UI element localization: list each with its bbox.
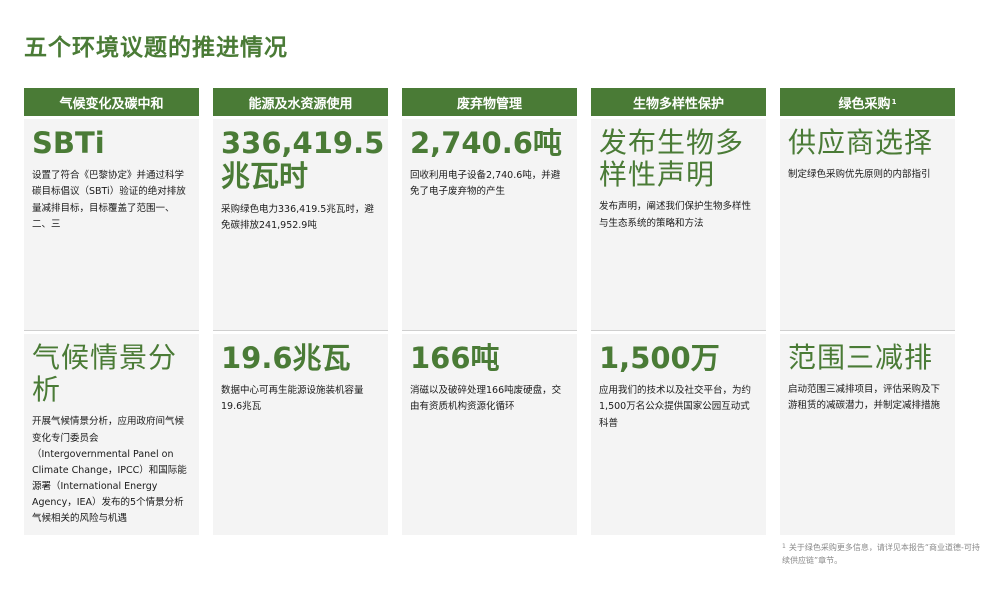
column-header: 能源及水资源使用: [213, 88, 388, 116]
top-card: SBTi 设置了符合《巴黎协定》并通过科学碳目标倡议（SBTi）验证的绝对排放量…: [24, 119, 199, 330]
bottom-card: 166吨 消磁以及破碎处理166吨废硬盘，交由有资质机构资源化循环: [402, 334, 577, 535]
divider: [402, 330, 577, 331]
description: 消磁以及破碎处理166吨废硬盘，交由有资质机构资源化循环: [410, 385, 562, 413]
footnote-marker: 1: [891, 98, 897, 106]
metric: 166吨: [410, 341, 500, 375]
description: 设置了符合《巴黎协定》并通过科学碳目标倡议（SBTi）验证的绝对排放量减排目标，…: [32, 170, 186, 230]
metric: 1,500万: [599, 341, 720, 375]
column-header-label: 绿色采购: [838, 96, 891, 112]
column-waste: 废弃物管理 2,740.6吨 回收利用电子设备2,740.6吨，并避免了电子废弃…: [402, 88, 577, 535]
column-biodiversity: 生物多样性保护 发布生物多样性声明 发布声明，阐述我们保护生物多样性与生态系统的…: [591, 88, 766, 535]
top-card: 336,419.5兆瓦时 采购绿色电力336,419.5兆瓦时，避免碳排放241…: [213, 119, 388, 330]
metric: SBTi: [32, 126, 105, 160]
metric: 19.6兆瓦: [221, 341, 351, 375]
page-title: 五个环境议题的推进情况: [24, 35, 288, 61]
divider: [591, 330, 766, 331]
description: 发布声明，阐述我们保护生物多样性与生态系统的策略和方法: [599, 201, 752, 229]
column-climate: 气候变化及碳中和 SBTi 设置了符合《巴黎协定》并通过科学碳目标倡议（SBTi…: [24, 88, 199, 535]
bottom-card: 范围三减排 启动范围三减排项目，评估采购及下游租赁的减碳潜力，并制定减排措施: [780, 334, 955, 535]
metric: 气候情景分析: [32, 341, 178, 407]
topics-grid: 气候变化及碳中和 SBTi 设置了符合《巴黎协定》并通过科学碳目标倡议（SBTi…: [24, 88, 955, 535]
description: 数据中心可再生能源设施装机容量19.6兆瓦: [221, 385, 364, 413]
divider: [780, 330, 955, 331]
top-card: 发布生物多样性声明 发布声明，阐述我们保护生物多样性与生态系统的策略和方法: [591, 119, 766, 330]
column-header: 气候变化及碳中和: [24, 88, 199, 116]
description: 回收利用电子设备2,740.6吨，并避免了电子废弃物的产生: [410, 170, 561, 198]
metric: 336,419.5兆瓦时: [221, 126, 385, 194]
column-header: 绿色采购 1: [780, 88, 955, 116]
description: 应用我们的技术以及社交平台，为约1,500万名公众提供国家公园互动式科普: [599, 385, 752, 429]
description: 开展气候情景分析，应用政府间气候变化专门委员会（Intergovernmenta…: [32, 416, 187, 525]
column-header: 生物多样性保护: [591, 88, 766, 116]
footnote-text: 关于绿色采购更多信息，请详见本报告“商业道德-可持续供应链”章节。: [782, 543, 980, 565]
metric: 范围三减排: [788, 341, 934, 374]
bottom-card: 19.6兆瓦 数据中心可再生能源设施装机容量19.6兆瓦: [213, 334, 388, 535]
top-card: 2,740.6吨 回收利用电子设备2,740.6吨，并避免了电子废弃物的产生: [402, 119, 577, 330]
divider: [24, 330, 199, 331]
metric: 2,740.6吨: [410, 126, 562, 160]
metric: 发布生物多样性声明: [599, 126, 745, 192]
description: 制定绿色采购优先原则的内部指引: [788, 169, 931, 181]
footnote: 1 关于绿色采购更多信息，请详见本报告“商业道德-可持续供应链”章节。: [782, 542, 982, 568]
bottom-card: 1,500万 应用我们的技术以及社交平台，为约1,500万名公众提供国家公园互动…: [591, 334, 766, 535]
top-card: 供应商选择 制定绿色采购优先原则的内部指引: [780, 119, 955, 330]
column-energy-water: 能源及水资源使用 336,419.5兆瓦时 采购绿色电力336,419.5兆瓦时…: [213, 88, 388, 535]
footnote-mark: 1: [782, 543, 786, 550]
column-header: 废弃物管理: [402, 88, 577, 116]
bottom-card: 气候情景分析 开展气候情景分析，应用政府间气候变化专门委员会（Intergove…: [24, 334, 199, 535]
description: 启动范围三减排项目，评估采购及下游租赁的减碳潜力，并制定减排措施: [788, 384, 941, 412]
description: 采购绿色电力336,419.5兆瓦时，避免碳排放241,952.9吨: [221, 203, 374, 231]
column-green-procurement: 绿色采购 1 供应商选择 制定绿色采购优先原则的内部指引 范围三减排 启动范围三减…: [780, 88, 955, 535]
metric: 供应商选择: [788, 126, 934, 159]
divider: [213, 330, 388, 331]
